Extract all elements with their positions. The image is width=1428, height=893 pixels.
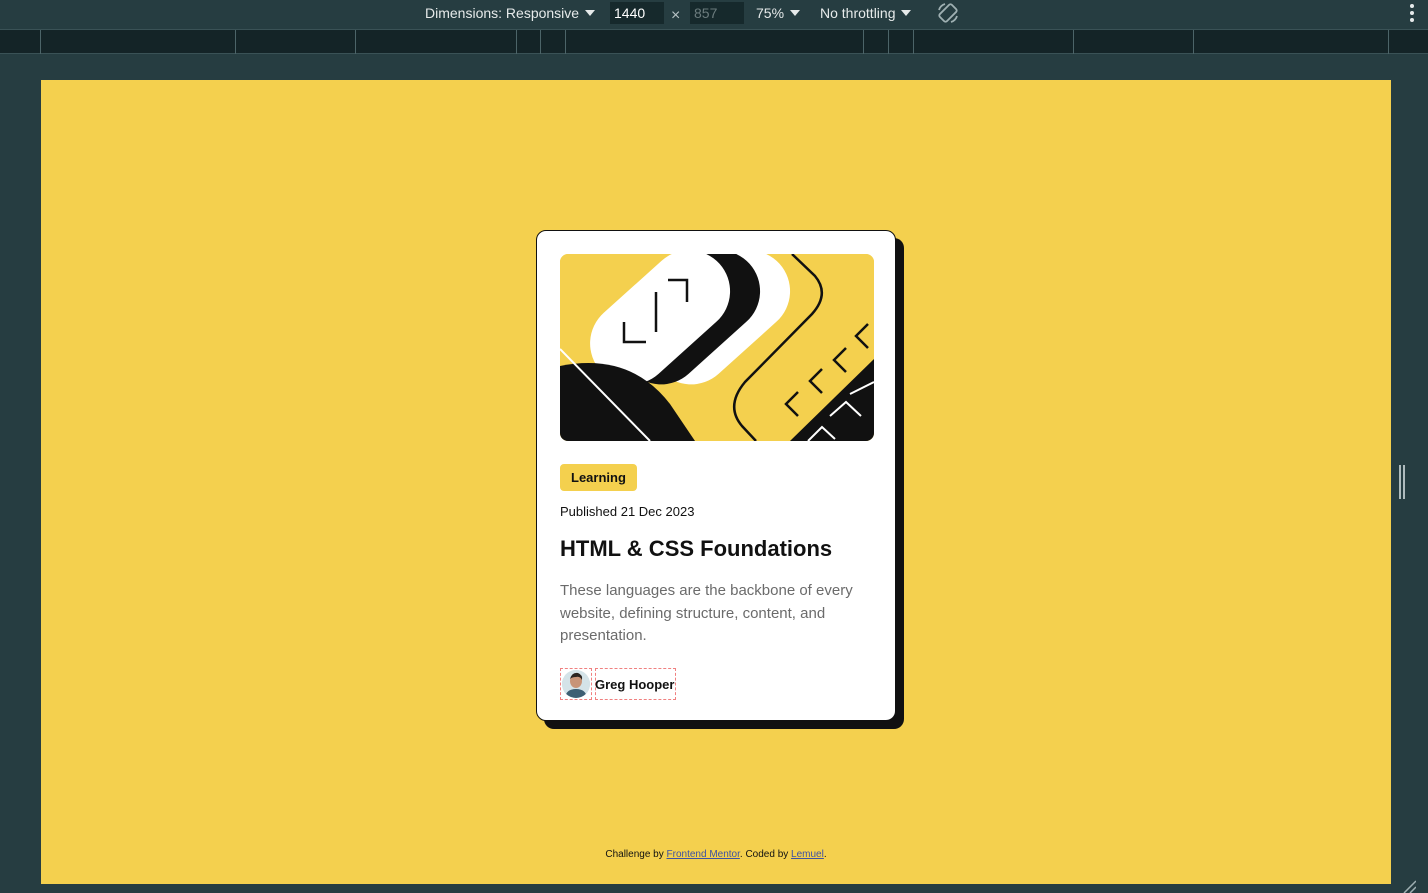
kebab-menu-icon[interactable] — [1410, 4, 1414, 22]
avatar-frame — [560, 668, 592, 700]
media-query-ruler[interactable] — [0, 29, 1428, 54]
chevron-down-icon — [585, 10, 596, 16]
card-title[interactable]: HTML & CSS Foundations — [560, 536, 832, 562]
dimensions-dropdown[interactable]: Dimensions: Responsive — [425, 0, 596, 26]
device-toolbar: Dimensions: Responsive 1440 × 857 75% No… — [0, 0, 1428, 29]
attribution-prefix: Challenge by — [605, 849, 667, 860]
avatar-image — [562, 670, 590, 698]
attribution: Challenge by Frontend Mentor. Coded by L… — [41, 849, 1391, 860]
author-name-frame: Greg Hooper — [595, 668, 677, 700]
height-input[interactable]: 857 — [690, 2, 744, 24]
throttling-label: No throttling — [820, 5, 896, 21]
illustration-article — [560, 254, 874, 441]
times-symbol: × — [671, 7, 681, 24]
rotate-icon[interactable] — [936, 1, 960, 25]
card-description: These languages are the backbone of ever… — [560, 582, 853, 644]
author-info: Greg Hooper — [560, 668, 677, 700]
resize-corner-icon[interactable] — [1400, 880, 1416, 893]
zoom-label: 75% — [756, 5, 785, 21]
avatar — [562, 670, 590, 698]
chevron-down-icon — [790, 10, 801, 16]
frontend-mentor-link[interactable]: Frontend Mentor — [667, 849, 740, 860]
attribution-middle: . Coded by — [739, 849, 792, 860]
author-name: Greg Hooper — [595, 676, 675, 692]
zoom-dropdown[interactable]: 75% — [756, 0, 801, 26]
resize-handle-right[interactable] — [1399, 465, 1407, 499]
dimensions-label: Dimensions: Responsive — [425, 5, 580, 21]
emulated-viewport: Learning Published 21 Dec 2023 HTML & CS… — [41, 80, 1391, 884]
width-input[interactable]: 1440 — [610, 2, 664, 24]
article-illustration — [560, 254, 874, 441]
published-date: Published 21 Dec 2023 — [560, 504, 695, 519]
throttling-dropdown[interactable]: No throttling — [820, 0, 912, 26]
chevron-down-icon — [901, 10, 912, 16]
author-link[interactable]: Lemuel — [791, 849, 824, 860]
attribution-suffix: . — [823, 849, 827, 860]
category-tag: Learning — [560, 464, 637, 491]
blog-preview-card[interactable]: Learning Published 21 Dec 2023 HTML & CS… — [536, 230, 896, 721]
